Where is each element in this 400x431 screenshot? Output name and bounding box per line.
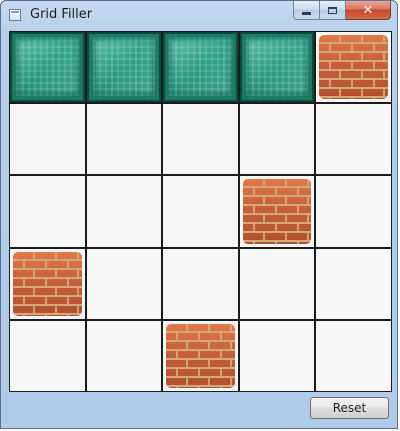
grid-cell-r4-c1[interactable] <box>10 248 85 319</box>
grid-area <box>9 31 392 392</box>
grid-cell-r5-c3[interactable] <box>163 320 238 391</box>
footer-bar: Reset <box>9 392 392 428</box>
grid-cell-r3-c4[interactable] <box>239 176 315 247</box>
brick-tile <box>319 35 388 100</box>
minimize-button[interactable] <box>293 1 320 20</box>
grid-cell-r2-c2[interactable] <box>86 104 162 175</box>
tile-grid <box>9 31 392 392</box>
window-app-icon[interactable] <box>9 9 21 21</box>
grid-cell-r2-c1[interactable] <box>10 104 85 175</box>
grid-cell-r3-c3[interactable] <box>163 176 238 247</box>
app-window: Grid Filler ✕ Reset <box>0 0 398 429</box>
grid-cell-r5-c1[interactable] <box>10 320 85 391</box>
brick-tile <box>166 323 235 388</box>
grid-cell-r4-c3[interactable] <box>163 248 238 319</box>
minimize-icon <box>302 11 311 15</box>
grid-cell-r3-c1[interactable] <box>10 176 85 247</box>
grid-cell-r5-c2[interactable] <box>86 320 162 391</box>
close-icon: ✕ <box>362 2 374 18</box>
grid-cell-r3-c2[interactable] <box>86 176 162 247</box>
grid-cell-r1-c2-glass-tile[interactable] <box>86 32 162 103</box>
grid-cell-r2-c5[interactable] <box>316 104 391 175</box>
close-button[interactable]: ✕ <box>346 1 391 20</box>
reset-button[interactable]: Reset <box>310 397 389 419</box>
caption-buttons: ✕ <box>293 1 391 20</box>
title-bar[interactable]: Grid Filler ✕ <box>1 1 397 31</box>
grid-cell-r5-c4[interactable] <box>239 320 315 391</box>
grid-cell-r2-c3[interactable] <box>163 104 238 175</box>
brick-tile <box>13 251 82 316</box>
brick-tile <box>242 179 312 244</box>
grid-cell-r2-c4[interactable] <box>239 104 315 175</box>
maximize-button[interactable] <box>320 1 346 20</box>
window-title: Grid Filler <box>30 7 93 22</box>
grid-cell-r1-c3-glass-tile[interactable] <box>163 32 238 103</box>
grid-cell-r3-c5[interactable] <box>316 176 391 247</box>
grid-cell-r5-c5[interactable] <box>316 320 391 391</box>
grid-cell-r1-c4-glass-tile[interactable] <box>239 32 315 103</box>
grid-cell-r1-c5[interactable] <box>316 32 391 103</box>
maximize-icon <box>328 6 337 14</box>
grid-cell-r4-c4[interactable] <box>239 248 315 319</box>
grid-cell-r4-c2[interactable] <box>86 248 162 319</box>
grid-cell-r4-c5[interactable] <box>316 248 391 319</box>
grid-cell-r1-c1-glass-tile[interactable] <box>10 32 85 103</box>
